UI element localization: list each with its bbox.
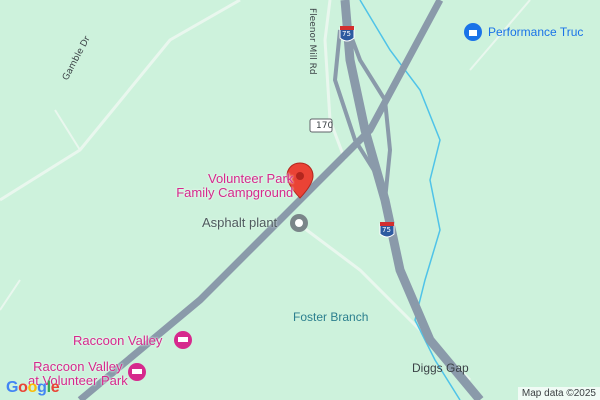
minor-road [54, 109, 81, 151]
poi-asphalt[interactable]: Asphalt plant [202, 215, 277, 230]
place-foster-branch: Foster Branch [293, 310, 369, 324]
road-label-fleenor: Fleenor Mill Rd [307, 8, 317, 75]
poi-raccoon-park-line1: Raccoon Valley [33, 359, 123, 374]
shopping-bag-icon [464, 23, 482, 41]
poi-campground-line2: Family Campground [176, 185, 294, 201]
place-diggs-gap: Diggs Gap [412, 361, 469, 375]
poi-raccoon-valley[interactable]: Raccoon Valley [73, 333, 162, 348]
hotel-icon [174, 331, 192, 349]
interstate-number-top: 75 [342, 30, 351, 38]
poi-campground[interactable]: Volunteer Park Family Campground [176, 171, 294, 201]
google-logo[interactable]: Google [6, 379, 60, 397]
minor-road [0, 0, 241, 202]
map-canvas[interactable]: Gamble Dr Fleenor Mill Rd 170 75 75 Volu… [0, 0, 600, 400]
interstate-number-mid: 75 [382, 226, 391, 234]
industry-dot-icon [290, 214, 308, 232]
poi-performance-truck[interactable]: Performance Truc [488, 25, 583, 39]
minor-road [0, 279, 21, 311]
map-attribution[interactable]: Map data ©2025 [517, 387, 600, 400]
state-route-number: 170 [316, 121, 334, 131]
poi-campground-line1: Volunteer Park [208, 171, 294, 186]
hotel-icon [128, 363, 146, 381]
interstate-75 [340, 0, 484, 400]
